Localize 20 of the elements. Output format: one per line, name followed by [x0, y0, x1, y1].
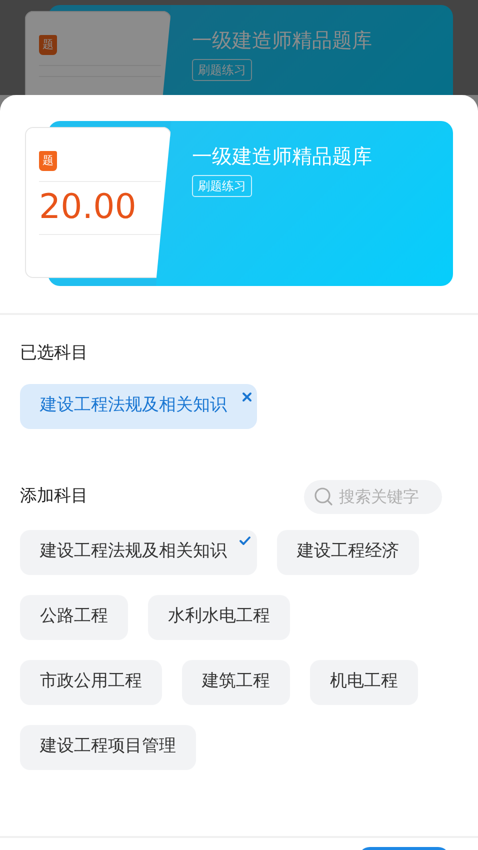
section-title: 已选科目: [20, 342, 89, 365]
question-badge: 题: [39, 35, 57, 55]
question-badge: 题: [39, 151, 57, 171]
search-field[interactable]: 搜索关键字: [304, 480, 442, 514]
practice-tag: 刷题练习: [192, 175, 252, 197]
card-title: 一级建造师精品题库: [192, 27, 373, 53]
price: 20.00: [39, 190, 138, 224]
remove-icon[interactable]: [242, 392, 252, 402]
subject-chip[interactable]: 建设工程项目管理: [20, 724, 196, 770]
practice-tag: 刷题练习: [192, 59, 252, 81]
subject-chip[interactable]: 水利水电工程: [148, 594, 290, 640]
card-title: 一级建造师精品题库: [192, 143, 373, 169]
subject-chip[interactable]: 建设工程法规及相关知识: [20, 530, 257, 574]
subject-chip[interactable]: 市政公用工程: [20, 660, 162, 704]
section-title: 添加科目: [20, 484, 88, 508]
subject-chip[interactable]: 机电工程: [310, 660, 418, 704]
subject-chip[interactable]: 公路工程: [20, 594, 128, 640]
selected-subject-chip[interactable]: 建设工程法规及相关知识: [20, 384, 257, 428]
subject-chip[interactable]: 建设工程经济: [277, 530, 419, 574]
subject-chip[interactable]: 建筑工程: [182, 660, 290, 704]
